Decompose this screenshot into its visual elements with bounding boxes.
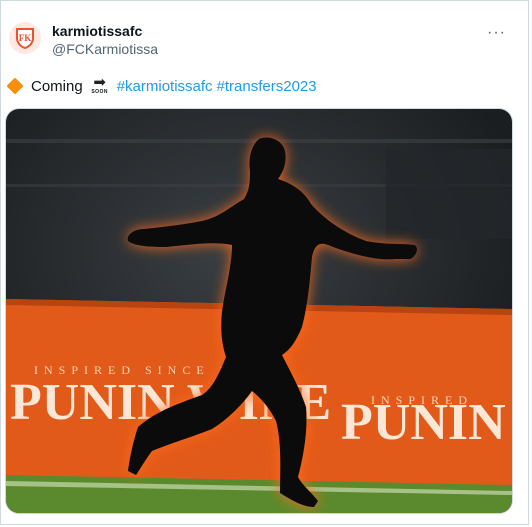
more-icon[interactable]: ···: [487, 24, 506, 42]
soon-arrow-icon: ➡ SOON: [91, 74, 109, 95]
display-name[interactable]: karmiotissafc: [52, 23, 142, 39]
tweet-media-image[interactable]: INSPIRED SINCE 1922 PUNIN WINE INSPIRED …: [5, 108, 513, 514]
hashtag-transfers2023[interactable]: #transfers2023: [217, 78, 317, 95]
banner-brand-2: PUNIN: [341, 394, 506, 451]
avatar: FK: [16, 28, 34, 49]
tweet-text: Coming ➡ SOON #karmiotissafc #transfers2…: [6, 74, 317, 95]
orange-diamond-icon: [6, 77, 24, 95]
club-crest-icon[interactable]: FK: [9, 22, 41, 54]
soon-label: SOON: [91, 89, 109, 95]
avatar-text: FK: [19, 33, 32, 43]
hashtag-karmiotissafc[interactable]: #karmiotissafc: [117, 78, 213, 95]
tweet-card[interactable]: FK karmiotissafc @FCKarmiotissa ··· Comi…: [0, 0, 529, 525]
account-handle[interactable]: @FCKarmiotissa: [52, 41, 158, 57]
player-silhouette-image: INSPIRED SINCE 1922 PUNIN WINE INSPIRED …: [6, 109, 512, 513]
tweet-word-coming: Coming: [31, 77, 83, 95]
